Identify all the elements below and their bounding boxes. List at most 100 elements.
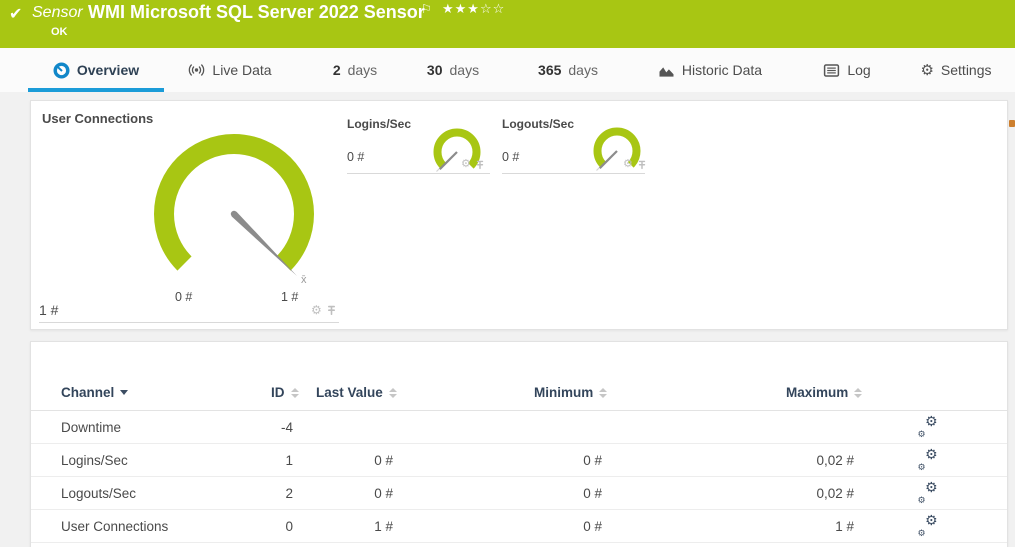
tab-30-days[interactable]: 30 days <box>418 48 488 92</box>
column-label: Maximum <box>786 385 848 400</box>
tab-number: 365 <box>538 62 561 78</box>
sort-desc-icon <box>120 390 128 395</box>
sensor-header: ✔ Sensor WMI Microsoft SQL Server 2022 S… <box>0 0 1015 48</box>
tab-number: 30 <box>427 62 443 78</box>
channel-minimum <box>502 411 602 444</box>
channel-id: -4 <box>213 411 293 444</box>
tab-label: days <box>348 62 378 78</box>
channel-settings-button[interactable]: ⚙⚙ <box>915 411 939 444</box>
primary-gauge-title: User Connections <box>42 111 153 126</box>
channel-minimum: 0 # <box>502 444 602 477</box>
tab-historic-data[interactable]: Historic Data <box>650 48 770 92</box>
status-badge: OK <box>51 26 68 38</box>
primary-gauge-tools: ⚙ <box>311 304 337 316</box>
gauge-max-label: 1 # <box>281 290 298 304</box>
cutoff-tab-icon <box>1009 120 1015 127</box>
gauge-min-label: 0 # <box>175 290 192 304</box>
channel-last-value: 1 # <box>303 510 393 543</box>
tab-label: days <box>450 62 480 78</box>
tab-365-days[interactable]: 365 days <box>528 48 608 92</box>
tab-2-days[interactable]: 2 days <box>322 48 388 92</box>
tab-label: Settings <box>941 62 992 78</box>
column-header-maximum[interactable]: Maximum <box>786 374 862 411</box>
column-label: ID <box>271 385 285 400</box>
logouts-gauge-value: 0 # <box>502 150 519 164</box>
sort-icon <box>291 388 299 398</box>
channel-last-value: 0 # <box>303 477 393 510</box>
broadcast-icon <box>188 62 205 78</box>
tab-label: Live Data <box>212 62 271 78</box>
tab-settings[interactable]: ⚙ Settings <box>914 48 998 92</box>
logouts-gauge-tools: ⚙ <box>623 159 647 170</box>
logins-gauge-value: 0 # <box>347 150 364 164</box>
sort-icon <box>854 388 862 398</box>
sort-icon <box>389 388 397 398</box>
table-row-user-connections[interactable]: User Connections 0 1 # 0 # 1 # ⚙⚙ <box>31 510 1007 543</box>
pin-icon[interactable] <box>637 160 647 170</box>
tab-log[interactable]: Log <box>816 48 878 92</box>
priority-stars[interactable]: ★★★☆☆ <box>442 1 505 17</box>
table-row-logins-sec[interactable]: Logins/Sec 1 0 # 0 # 0,02 # ⚙⚙ <box>31 444 1007 477</box>
channel-last-value: 0 # <box>303 444 393 477</box>
channel-id: 1 <box>213 444 293 477</box>
flag-icon[interactable]: ⚐ <box>421 2 432 16</box>
channel-maximum <box>724 411 854 444</box>
logouts-gauge-title: Logouts/Sec <box>502 117 574 131</box>
column-header-last-value[interactable]: Last Value <box>316 374 397 411</box>
channel-settings-button[interactable]: ⚙⚙ <box>915 444 939 477</box>
channel-settings-button[interactable]: ⚙⚙ <box>915 477 939 510</box>
channel-minimum: 0 # <box>502 510 602 543</box>
tab-bar: Overview Live Data 2days 30days 365days … <box>0 48 1015 92</box>
tab-label: Historic Data <box>682 62 762 78</box>
table-row-downtime[interactable]: Downtime -4 ⚙⚙ <box>31 411 1007 444</box>
channel-settings-icon: ⚙⚙ <box>918 419 937 436</box>
tab-live-data[interactable]: Live Data <box>180 48 280 92</box>
table-row-logouts-sec[interactable]: Logouts/Sec 2 0 # 0 # 0,02 # ⚙⚙ <box>31 477 1007 510</box>
channel-maximum: 0,02 # <box>724 444 854 477</box>
channel-settings-icon: ⚙⚙ <box>918 485 937 502</box>
logins-gauge-title: Logins/Sec <box>347 117 411 131</box>
tab-label: days <box>568 62 598 78</box>
column-label: Last Value <box>316 385 383 400</box>
table-body: Downtime -4 ⚙⚙ Logins/Sec 1 0 # 0 # 0,02… <box>31 411 1007 543</box>
channel-maximum: 1 # <box>724 510 854 543</box>
logins-gauge-tools: ⚙ <box>461 159 485 170</box>
tab-label: Log <box>847 62 870 78</box>
prtg-sensor-page: ✔ Sensor WMI Microsoft SQL Server 2022 S… <box>0 0 1015 547</box>
channels-panel: Channel ID Last Value Minimum Maximum <box>30 341 1008 547</box>
gear-icon: ⚙ <box>920 61 933 79</box>
gear-icon[interactable]: ⚙ <box>311 304 322 316</box>
tab-overview[interactable]: Overview <box>28 48 164 92</box>
divider <box>502 173 645 174</box>
pin-icon[interactable] <box>475 160 485 170</box>
channel-last-value <box>303 411 393 444</box>
area-chart-icon <box>658 63 675 78</box>
channel-settings-button[interactable]: ⚙⚙ <box>915 510 939 543</box>
column-header-minimum[interactable]: Minimum <box>534 374 607 411</box>
mean-marker: x̄ <box>301 274 307 286</box>
user-connections-gauge[interactable] <box>139 119 329 291</box>
channel-settings-icon: ⚙⚙ <box>918 452 937 469</box>
channel-id: 2 <box>213 477 293 510</box>
divider <box>39 322 339 323</box>
gauges-panel: User Connections x̄ 0 # 1 # 1 # ⚙ Logins… <box>30 100 1008 330</box>
channel-minimum: 0 # <box>502 477 602 510</box>
sort-icon <box>599 388 607 398</box>
sensor-title: WMI Microsoft SQL Server 2022 Sensor <box>88 2 425 23</box>
status-check-icon: ✔ <box>9 4 22 24</box>
gear-icon[interactable]: ⚙ <box>623 159 633 170</box>
primary-gauge-value: 1 # <box>39 302 58 318</box>
channel-name[interactable]: Downtime <box>61 411 121 444</box>
gear-icon[interactable]: ⚙ <box>461 159 471 170</box>
column-header-channel[interactable]: Channel <box>61 374 128 411</box>
tab-number: 2 <box>333 62 341 78</box>
channel-name[interactable]: User Connections <box>61 510 168 543</box>
channel-name[interactable]: Logouts/Sec <box>61 477 136 510</box>
channel-id: 0 <box>213 510 293 543</box>
pin-icon[interactable] <box>326 305 337 316</box>
object-kind-label: Sensor <box>32 4 83 22</box>
column-header-id[interactable]: ID <box>271 374 299 411</box>
column-label: Minimum <box>534 385 593 400</box>
channel-name[interactable]: Logins/Sec <box>61 444 128 477</box>
logins-gauge[interactable] <box>429 126 485 178</box>
